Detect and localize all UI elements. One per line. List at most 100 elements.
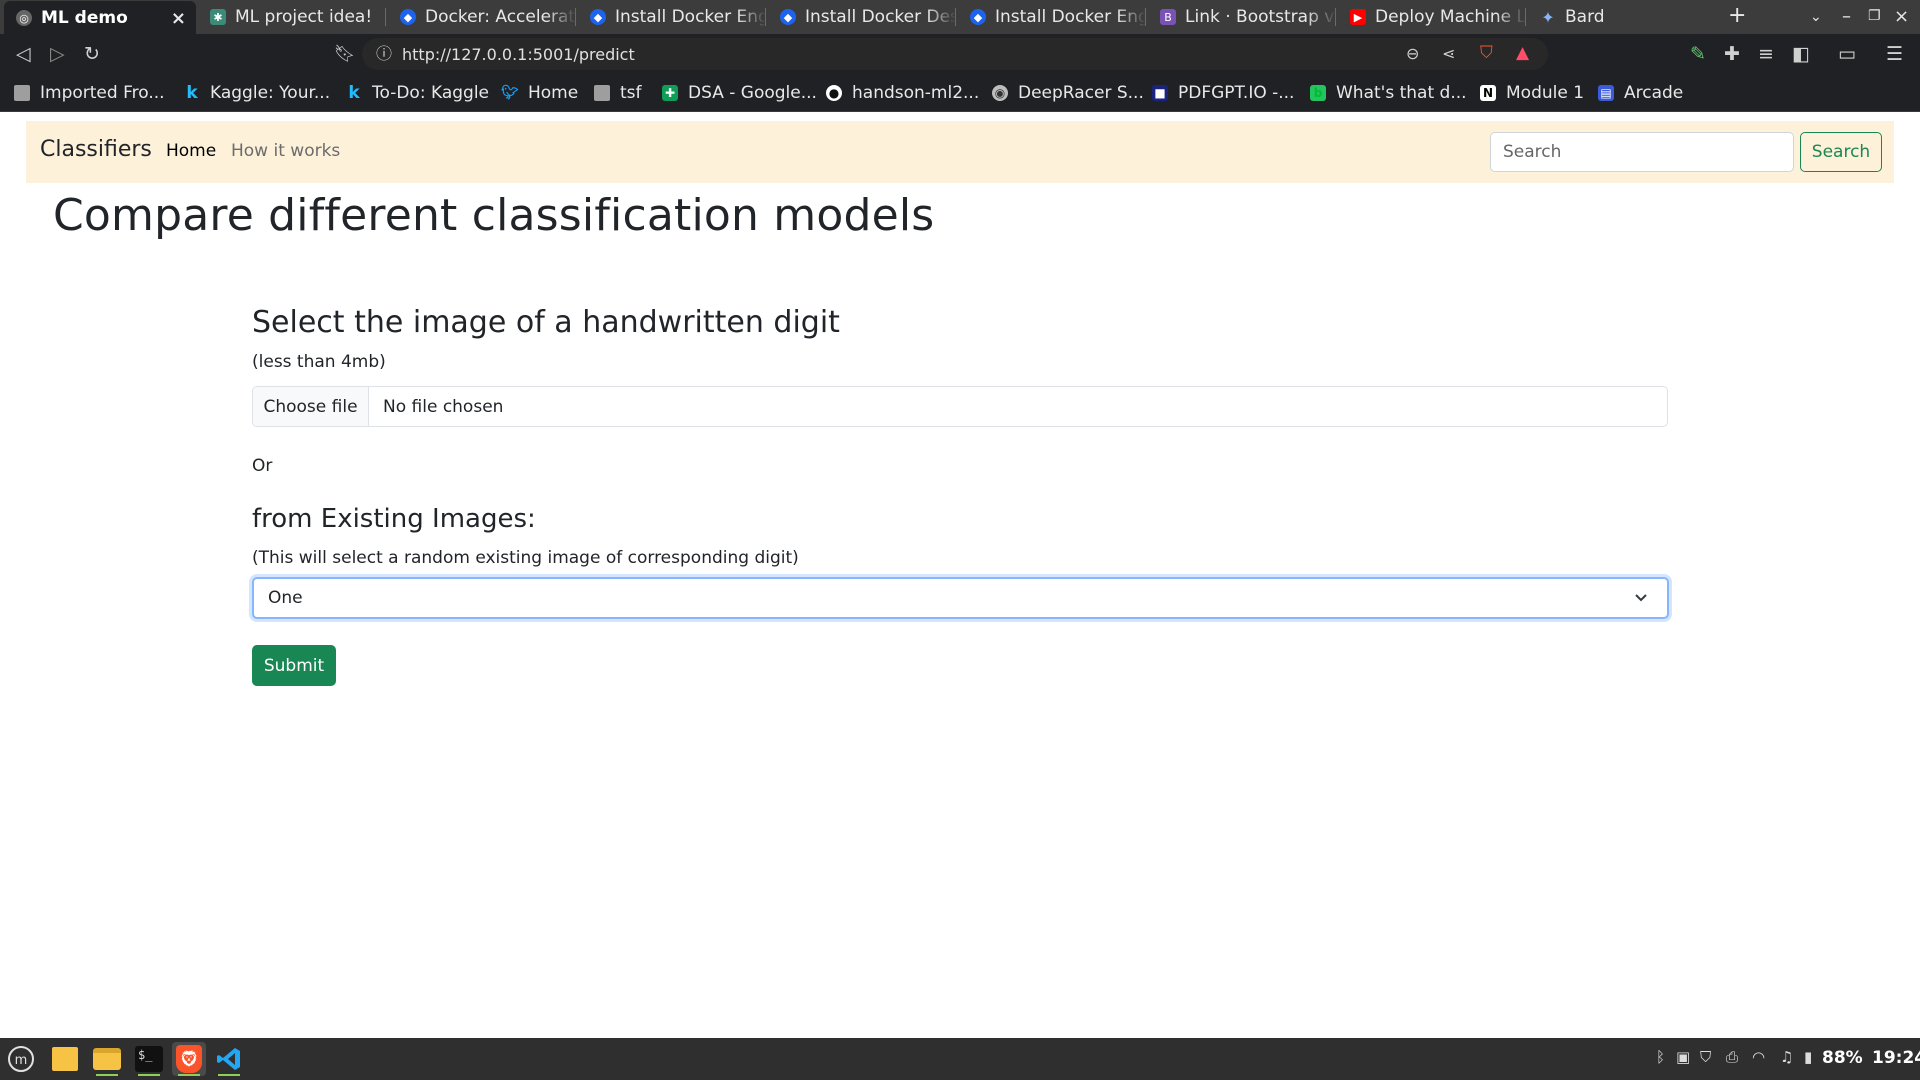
bookmark-label: Home	[528, 83, 579, 103]
extensions-puzzle-icon[interactable]: ✚	[1724, 44, 1740, 64]
bookmark-deepracer[interactable]: ◉ DeepRacer S...	[992, 83, 1144, 103]
running-indicator	[178, 1074, 200, 1076]
existing-images-heading: from Existing Images:	[252, 504, 536, 534]
clipboard-icon[interactable]: ▣	[1676, 1048, 1690, 1066]
playlist-icon[interactable]: ≡	[1758, 44, 1774, 64]
bookmark-label: DeepRacer S...	[1018, 83, 1144, 103]
new-tab-plus-icon[interactable]: +	[1728, 3, 1746, 28]
github-icon: ●	[826, 85, 842, 101]
tab-bard[interactable]: ✦ Bard	[1528, 0, 1716, 34]
tab-fade	[926, 0, 956, 34]
nav-link-home[interactable]: Home	[166, 141, 216, 161]
docker-icon: ◆	[970, 9, 986, 25]
brave-browser-icon[interactable]: 🦁︎	[172, 1042, 206, 1076]
zoom-icon[interactable]: ⊖	[1406, 44, 1419, 64]
bookmark-whats-that[interactable]: b What's that d...	[1310, 83, 1467, 103]
pen-extension-icon[interactable]: ✎	[1690, 44, 1706, 64]
twitter-icon: 🐦︎	[501, 85, 519, 101]
docker-icon: ◆	[780, 9, 796, 25]
tab-install-docker-engine[interactable]: ◆ Install Docker Engine	[578, 0, 766, 34]
selected-option: One	[268, 588, 303, 608]
search-input[interactable]: Search	[1490, 132, 1794, 172]
restore-icon[interactable]: ❐	[1868, 8, 1881, 24]
tab-deploy-machine-learning[interactable]: ▶ Deploy Machine Le	[1338, 0, 1526, 34]
reload-icon[interactable]: ↻	[84, 44, 100, 64]
upload-heading: Select the image of a handwritten digit	[252, 305, 840, 340]
search-button[interactable]: Search	[1800, 132, 1882, 172]
address-bar[interactable]: ⓘ http://127.0.0.1:5001/predict ⊖ ⋖ ⛉ ▲	[362, 38, 1548, 70]
bookmark-handson-ml2[interactable]: ● handson-ml2...	[826, 83, 979, 103]
chatgpt-icon: ✱	[210, 9, 226, 25]
tab-bootstrap-link[interactable]: B Link · Bootstrap v5	[1148, 0, 1336, 34]
bookmarks-bar: Imported Fro... k Kaggle: Your... k To-D…	[0, 74, 1920, 112]
kaggle-icon: k	[348, 83, 360, 103]
minimize-icon[interactable]: –	[1842, 6, 1851, 27]
menu-icon[interactable]: ☰	[1886, 44, 1903, 64]
choose-file-button[interactable]: Choose file	[253, 387, 369, 426]
tab-title: ML project idea!	[235, 7, 373, 27]
navbar-brand[interactable]: Classifiers	[40, 137, 152, 162]
site-navbar: Classifiers Home How it works Search Sea…	[26, 121, 1894, 183]
chevron-down-icon	[1635, 594, 1647, 602]
globe-icon: ◎	[16, 10, 32, 26]
os-taskbar: m $_ 🦁︎ ᛒ ▣ ⛉ ⎙ ◠ ♫ ▮ 88% 19:24	[0, 1038, 1920, 1080]
bookmark-label: tsf	[620, 83, 642, 103]
browser-tab-strip: ◎ ML demo × ✱ ML project idea! ◆ Docker:…	[0, 0, 1920, 35]
close-icon[interactable]: ×	[171, 8, 186, 29]
bookmark-label: Module 1	[1506, 83, 1585, 103]
back-icon[interactable]: ◁	[16, 44, 31, 64]
tab-search-chevron-icon[interactable]: ⌄	[1810, 9, 1822, 25]
bookmark-home[interactable]: 🐦︎ Home	[501, 83, 579, 103]
tab-separator	[765, 8, 766, 26]
mint-menu-icon[interactable]: m	[4, 1042, 38, 1076]
bookmark-label: Imported Fro...	[40, 83, 165, 103]
bookmark-imported[interactable]: Imported Fro...	[14, 83, 165, 103]
wifi-icon[interactable]: ◠	[1752, 1048, 1765, 1066]
battery-icon[interactable]: ▮	[1804, 1048, 1812, 1066]
search-placeholder: Search	[1503, 142, 1562, 162]
terminal-icon[interactable]: $_	[132, 1042, 166, 1076]
submit-button[interactable]: Submit	[252, 645, 336, 686]
tab-install-docker-engine-2[interactable]: ◆ Install Docker Engine	[958, 0, 1146, 34]
close-window-icon[interactable]: ×	[1894, 6, 1909, 27]
folder-icon	[14, 85, 30, 101]
printer-icon[interactable]: ⎙	[1726, 1048, 1738, 1066]
bookmark-arcade[interactable]: ▤ Arcade	[1598, 83, 1683, 103]
wallet-icon[interactable]: ▭	[1838, 44, 1856, 64]
show-desktop-icon[interactable]	[48, 1042, 82, 1076]
bluetooth-icon[interactable]: ᛒ	[1656, 1048, 1665, 1066]
digit-select[interactable]: One	[252, 577, 1669, 619]
tab-fade	[546, 0, 576, 34]
bookmark-dsa-google[interactable]: ✚ DSA - Google...	[662, 83, 817, 103]
bookmark-pdfgpt[interactable]: ■ PDFGPT.IO -...	[1152, 83, 1294, 103]
tab-ml-project-idea[interactable]: ✱ ML project idea!	[198, 0, 386, 34]
bookmark-tsf[interactable]: tsf	[594, 83, 642, 103]
bookmark-icon[interactable]: 🔖︎	[334, 44, 356, 64]
tab-docker-accelerated[interactable]: ◆ Docker: Accelerated	[388, 0, 576, 34]
shield-icon[interactable]: ⛉	[1700, 1048, 1711, 1066]
sidebar-icon[interactable]: ◧	[1792, 44, 1810, 64]
tab-fade	[1306, 0, 1336, 34]
info-icon[interactable]: ⓘ	[376, 44, 392, 64]
share-icon[interactable]: ⋖	[1442, 44, 1455, 64]
clock[interactable]: 19:24	[1872, 1048, 1920, 1068]
youtube-icon: ▶	[1350, 9, 1366, 25]
tab-install-docker-desktop[interactable]: ◆ Install Docker Desktop	[768, 0, 956, 34]
sound-icon[interactable]: ♫	[1780, 1048, 1793, 1066]
bookmark-todo-kaggle[interactable]: k To-Do: Kaggle	[346, 83, 489, 103]
battery-percent: 88%	[1822, 1048, 1863, 1068]
bookmark-module-1[interactable]: N Module 1	[1480, 83, 1584, 103]
bookmark-kaggle-your[interactable]: k Kaggle: Your...	[184, 83, 330, 103]
brave-shields-icon[interactable]: ⛉	[1480, 43, 1493, 63]
bookmark-label: Kaggle: Your...	[210, 83, 331, 103]
tab-fade	[1116, 0, 1146, 34]
forward-icon[interactable]: ▷	[50, 44, 65, 64]
bookmark-label: What's that d...	[1336, 83, 1467, 103]
file-input[interactable]: Choose file No file chosen	[252, 386, 1668, 427]
url-text[interactable]: http://127.0.0.1:5001/predict	[402, 45, 635, 64]
tab-ml-demo[interactable]: ◎ ML demo ×	[4, 1, 196, 35]
files-folder-icon[interactable]	[90, 1042, 124, 1076]
brave-rewards-icon[interactable]: ▲	[1516, 43, 1529, 63]
nav-link-how-it-works[interactable]: How it works	[231, 141, 340, 161]
vscode-icon[interactable]	[212, 1042, 246, 1076]
